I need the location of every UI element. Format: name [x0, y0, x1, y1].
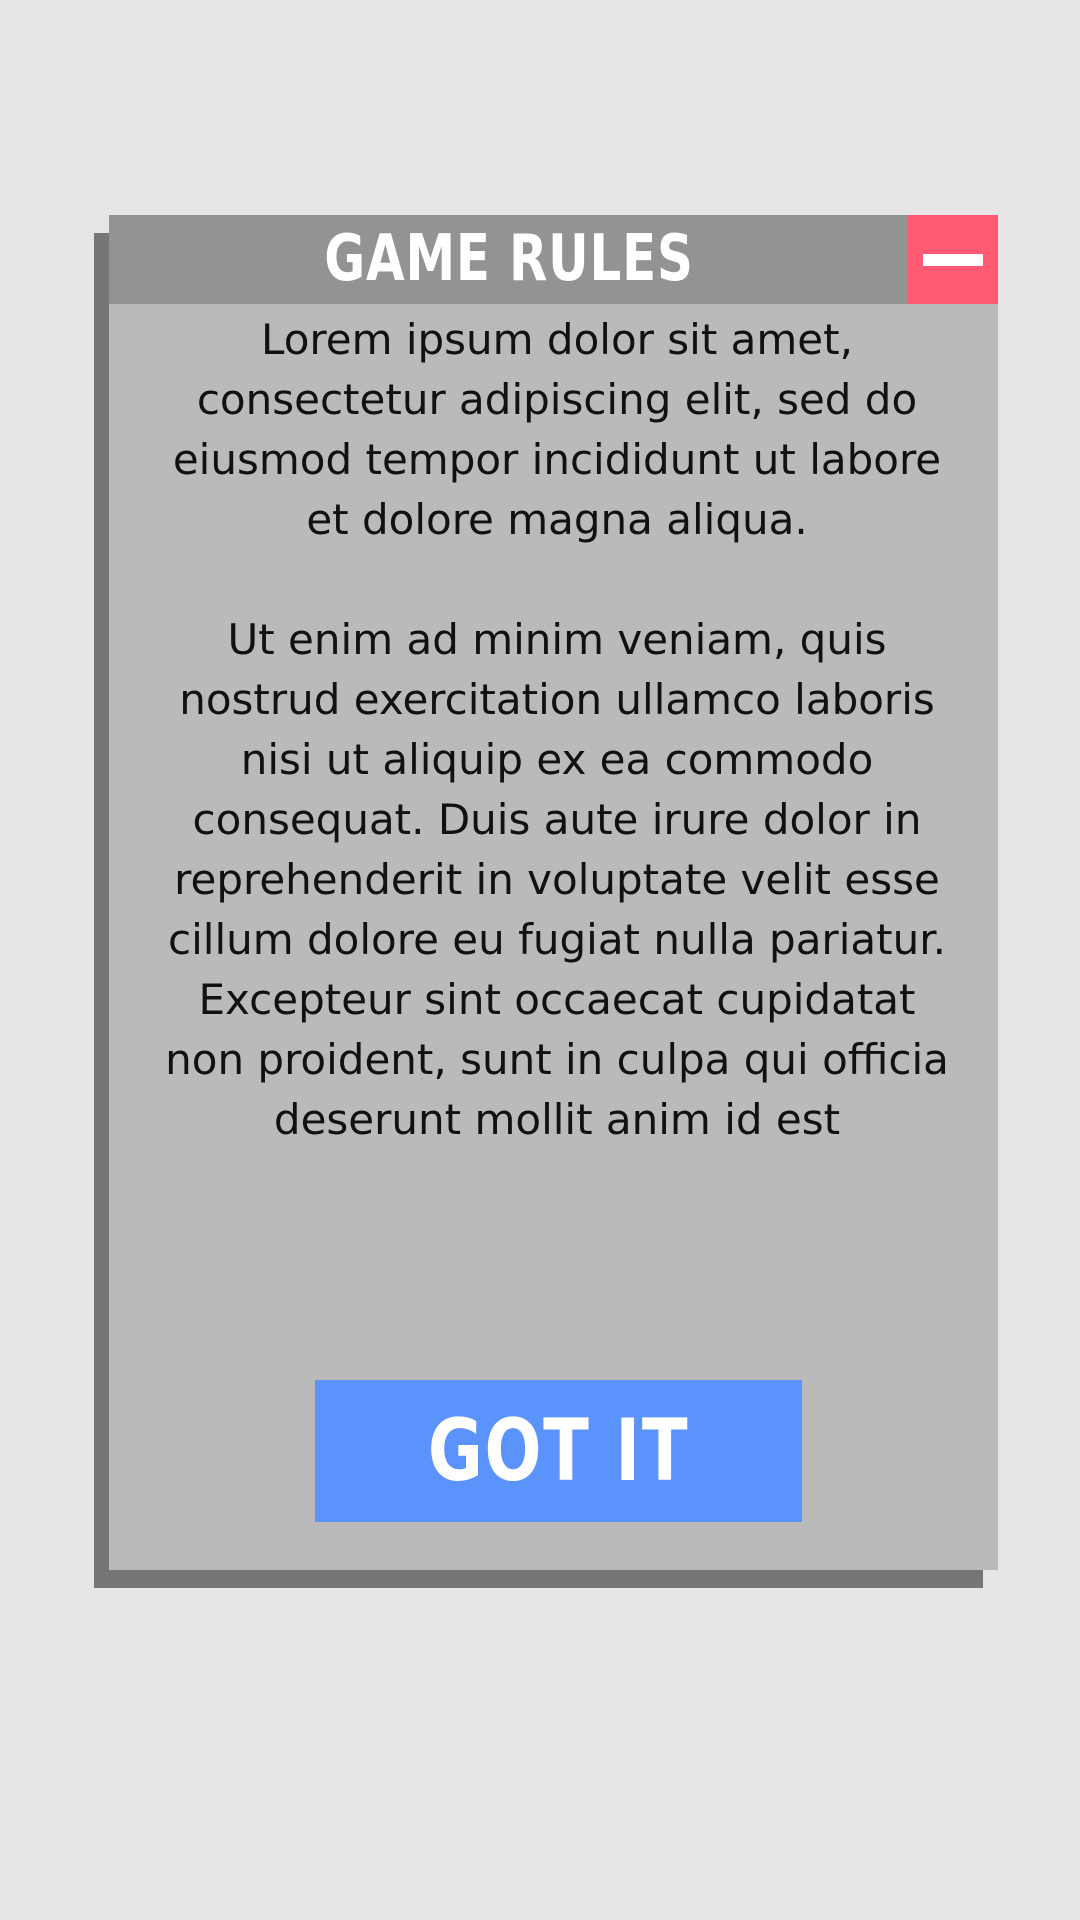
minus-icon — [923, 254, 983, 266]
dialog-title: GAME RULES — [324, 222, 694, 296]
rules-paragraph: Ut enim ad minim veniam, quis nostrud ex… — [165, 615, 949, 1144]
rules-text: Lorem ipsum dolor sit amet, consectetur … — [164, 310, 950, 1150]
rules-paragraph: Lorem ipsum dolor sit amet, consectetur … — [172, 315, 942, 544]
got-it-button-label: GOT IT — [427, 1401, 690, 1501]
game-rules-dialog: GAME RULES Lorem ipsum dolor sit amet, c… — [109, 215, 998, 1570]
got-it-button[interactable]: GOT IT — [315, 1380, 802, 1522]
minimize-button[interactable] — [908, 215, 998, 304]
dialog-header: GAME RULES — [109, 215, 998, 304]
